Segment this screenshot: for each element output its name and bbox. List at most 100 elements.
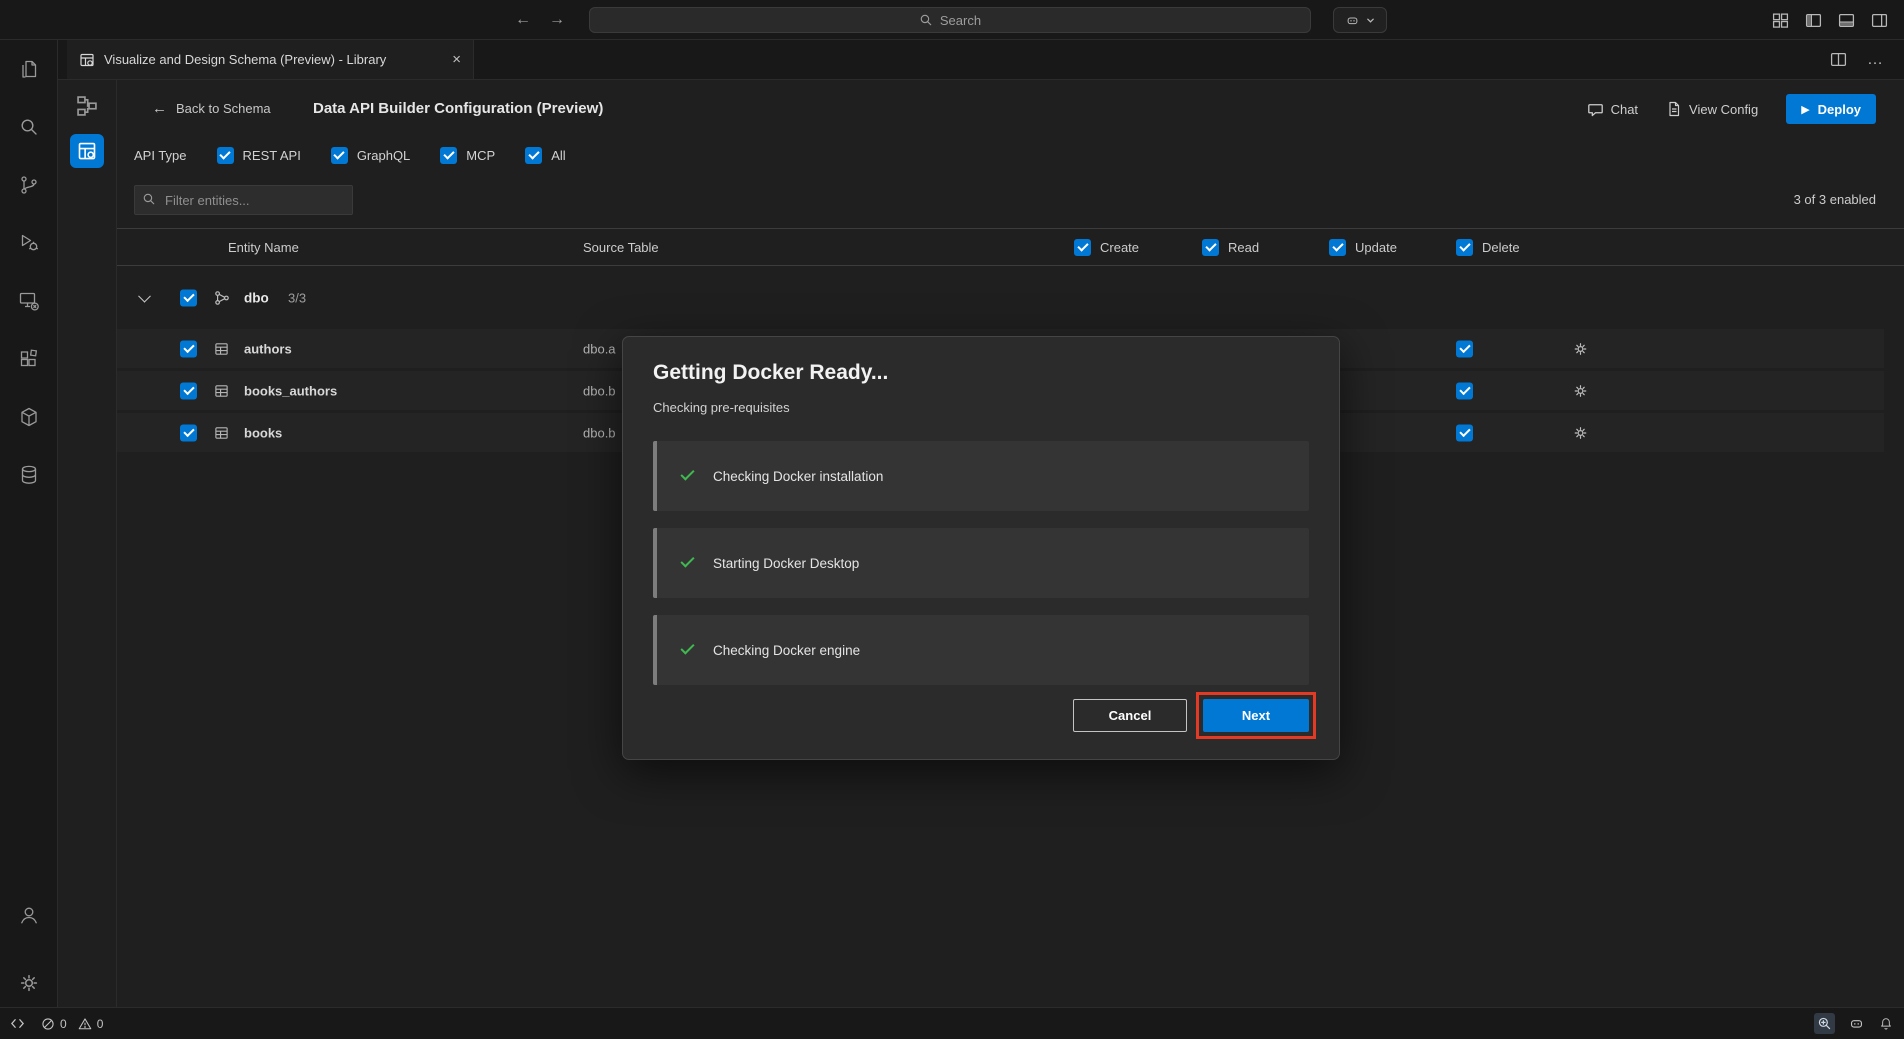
check-icon — [680, 553, 694, 567]
table-designer-icon[interactable] — [70, 134, 104, 168]
filter-entities-field — [134, 185, 353, 215]
remote-indicator-icon[interactable] — [10, 1016, 25, 1031]
back-to-schema-button[interactable]: ← Back to Schema — [152, 100, 271, 117]
row-checkbox[interactable] — [180, 340, 197, 357]
all-checkbox[interactable] — [525, 147, 542, 164]
api-option-mcp[interactable]: MCP — [440, 147, 495, 164]
designer-toolbar — [58, 80, 117, 1007]
check-icon — [680, 640, 694, 654]
source-control-icon[interactable] — [5, 161, 53, 209]
split-editor-icon[interactable] — [1830, 51, 1847, 68]
step-label: Checking Docker engine — [713, 615, 860, 685]
dialog-title: Getting Docker Ready... — [653, 361, 888, 385]
tab-title: Visualize and Design Schema (Preview) - … — [104, 52, 386, 67]
zoom-indicator-icon[interactable] — [1814, 1013, 1835, 1034]
play-icon: ▶ — [1801, 103, 1809, 116]
update-all-checkbox[interactable] — [1329, 239, 1346, 256]
enabled-summary: 3 of 3 enabled — [1794, 185, 1876, 215]
errors-count: 0 — [60, 1017, 67, 1031]
step-docker-engine: Checking Docker engine — [653, 615, 1309, 685]
toggle-primary-sidebar-icon[interactable] — [1805, 12, 1822, 29]
create-all-checkbox[interactable] — [1074, 239, 1091, 256]
step-docker-installation: Checking Docker installation — [653, 441, 1309, 511]
search-icon — [919, 13, 933, 27]
row-delete-checkbox[interactable] — [1456, 424, 1473, 441]
update-column-header: Update — [1329, 229, 1397, 265]
warnings-icon — [78, 1017, 92, 1031]
all-label: All — [551, 148, 565, 163]
chat-icon — [1587, 101, 1604, 118]
chevron-down-icon[interactable] — [138, 289, 151, 302]
toggle-secondary-sidebar-icon[interactable] — [1871, 12, 1888, 29]
package-icon[interactable] — [5, 393, 53, 441]
copilot-status-icon[interactable] — [1848, 1015, 1865, 1032]
schema-visualize-icon[interactable] — [72, 92, 102, 120]
api-option-all[interactable]: All — [525, 147, 565, 164]
schema-hierarchy-icon — [214, 290, 230, 306]
row-delete-checkbox[interactable] — [1456, 340, 1473, 357]
explorer-icon[interactable] — [5, 45, 53, 93]
entity-name: books_authors — [244, 383, 337, 398]
account-icon[interactable] — [5, 891, 53, 939]
graphql-checkbox[interactable] — [331, 147, 348, 164]
row-delete-checkbox[interactable] — [1456, 382, 1473, 399]
next-button[interactable]: Next — [1203, 699, 1309, 732]
read-label: Read — [1228, 240, 1259, 255]
table-grid-icon — [214, 341, 229, 356]
search-sidebar-icon[interactable] — [5, 103, 53, 151]
group-checkbox[interactable] — [180, 289, 197, 306]
run-debug-icon[interactable] — [5, 219, 53, 267]
read-all-checkbox[interactable] — [1202, 239, 1219, 256]
read-column-header: Read — [1202, 229, 1259, 265]
deploy-button[interactable]: ▶ Deploy — [1786, 94, 1876, 124]
nav-back-icon[interactable]: ← — [515, 11, 531, 29]
step-docker-desktop: Starting Docker Desktop — [653, 528, 1309, 598]
rest-api-checkbox[interactable] — [217, 147, 234, 164]
problems-indicator[interactable]: 0 0 — [41, 1017, 103, 1031]
extensions-icon[interactable] — [5, 335, 53, 383]
row-settings-gear-icon[interactable] — [1572, 424, 1589, 441]
database-icon[interactable] — [5, 451, 53, 499]
customize-layout-icon[interactable] — [1772, 12, 1789, 29]
cancel-button[interactable]: Cancel — [1073, 699, 1187, 732]
notifications-bell-icon[interactable] — [1878, 1016, 1894, 1032]
group-name: dbo — [244, 290, 269, 305]
table-grid-icon — [214, 383, 229, 398]
row-settings-gear-icon[interactable] — [1572, 340, 1589, 357]
tab-visualize-design-schema[interactable]: Visualize and Design Schema (Preview) - … — [67, 40, 474, 79]
entity-name: books — [244, 425, 282, 440]
nav-forward-icon[interactable]: → — [549, 11, 565, 29]
filter-entities-input[interactable] — [134, 185, 353, 215]
search-input[interactable]: Search — [589, 7, 1311, 33]
row-checkbox[interactable] — [180, 424, 197, 441]
view-config-icon — [1666, 101, 1682, 117]
source-table-value: dbo.b — [583, 383, 616, 398]
close-icon[interactable]: × — [452, 51, 461, 68]
copilot-chat-toggle[interactable] — [1333, 7, 1387, 33]
docker-ready-dialog: Getting Docker Ready... Checking pre-req… — [622, 336, 1340, 760]
entities-table-header: Entity Name Source Table Create Read Upd… — [117, 228, 1904, 266]
errors-icon — [41, 1017, 55, 1031]
api-type-label: API Type — [134, 148, 187, 163]
settings-gear-icon[interactable] — [5, 959, 53, 1007]
remote-explorer-icon[interactable] — [5, 277, 53, 325]
row-settings-gear-icon[interactable] — [1572, 382, 1589, 399]
dialog-subtitle: Checking pre-requisites — [653, 400, 790, 415]
toggle-panel-icon[interactable] — [1838, 12, 1855, 29]
delete-all-checkbox[interactable] — [1456, 239, 1473, 256]
schema-group-row[interactable]: dbo 3/3 — [117, 277, 1904, 318]
entity-name-column-header: Entity Name — [228, 229, 299, 265]
source-table-column-header: Source Table — [583, 229, 659, 265]
view-config-button[interactable]: View Config — [1666, 101, 1758, 117]
mcp-checkbox[interactable] — [440, 147, 457, 164]
tab-designer-icon — [79, 52, 95, 68]
row-checkbox[interactable] — [180, 382, 197, 399]
chat-button[interactable]: Chat — [1587, 101, 1638, 118]
api-option-graphql[interactable]: GraphQL — [331, 147, 410, 164]
chevron-down-icon — [1366, 16, 1375, 25]
status-bar: 0 0 — [0, 1007, 1904, 1039]
deploy-label: Deploy — [1818, 102, 1861, 117]
more-actions-icon[interactable]: … — [1867, 51, 1884, 69]
mcp-label: MCP — [466, 148, 495, 163]
api-option-rest[interactable]: REST API — [217, 147, 301, 164]
